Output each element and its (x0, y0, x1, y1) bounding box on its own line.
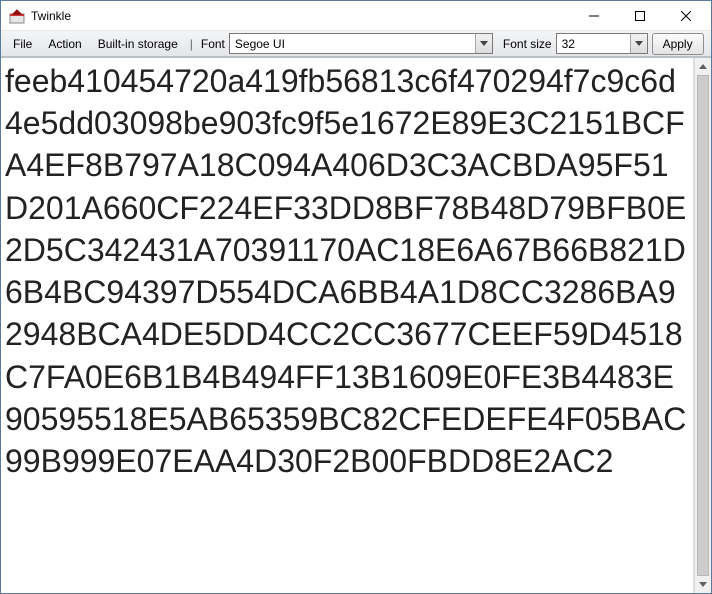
chevron-down-icon[interactable] (475, 34, 492, 53)
font-size-value: 32 (557, 37, 630, 51)
menubar: File Action Built-in storage | Font Sego… (1, 31, 711, 57)
menu-action[interactable]: Action (40, 34, 89, 54)
font-size-label: Font size (499, 34, 556, 54)
vertical-scrollbar[interactable] (694, 58, 711, 593)
scroll-down-icon[interactable] (695, 576, 711, 593)
titlebar[interactable]: Twinkle (1, 1, 711, 31)
menu-storage[interactable]: Built-in storage (90, 34, 186, 54)
chevron-down-icon[interactable] (630, 34, 647, 53)
app-window: Twinkle File Action Built-in storage | F… (0, 0, 712, 594)
font-label: Font (197, 34, 229, 54)
text-editor[interactable]: feeb410454720a419fb56813c6f470294f7c9c6d… (1, 58, 694, 593)
menu-file[interactable]: File (5, 34, 40, 54)
font-combo-value: Segoe UI (230, 37, 475, 51)
window-title: Twinkle (31, 9, 571, 23)
close-button[interactable] (663, 1, 709, 30)
scroll-up-icon[interactable] (695, 58, 711, 75)
minimize-button[interactable] (571, 1, 617, 30)
app-icon (9, 8, 25, 24)
font-size-combo[interactable]: 32 (556, 33, 648, 54)
scroll-thumb[interactable] (697, 75, 709, 576)
maximize-button[interactable] (617, 1, 663, 30)
font-combo[interactable]: Segoe UI (229, 33, 493, 54)
client-area: feeb410454720a419fb56813c6f470294f7c9c6d… (1, 57, 711, 593)
menu-separator: | (186, 37, 197, 51)
apply-button[interactable]: Apply (652, 33, 704, 55)
scroll-track[interactable] (695, 75, 711, 576)
